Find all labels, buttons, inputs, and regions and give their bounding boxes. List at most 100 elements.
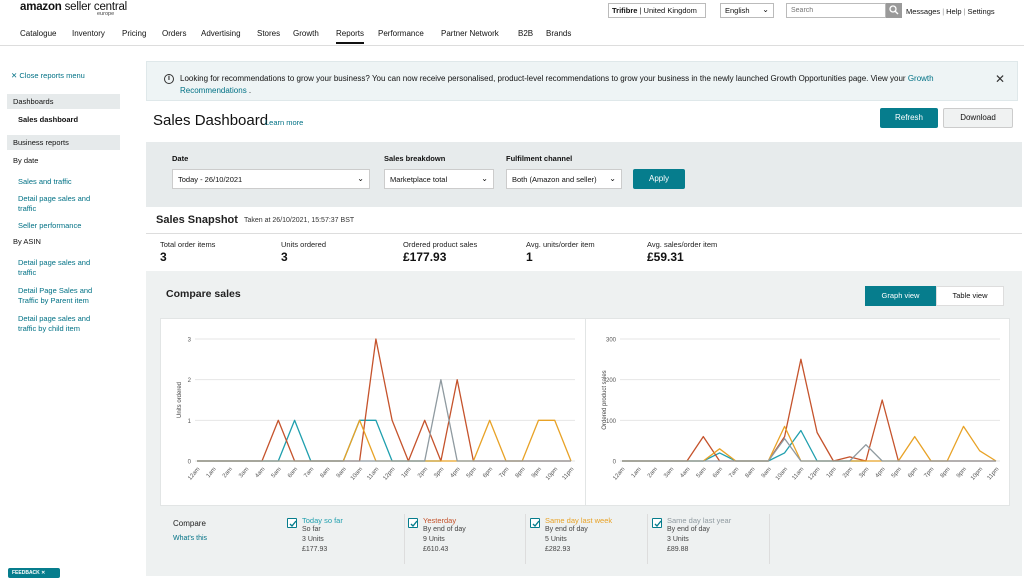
sales-chart-xtick-label: 4am (679, 466, 691, 479)
units-chart-xtick-label: 5pm (466, 466, 478, 479)
nav-growth[interactable]: Growth (293, 29, 319, 38)
units-chart-xtick-label: 11am (366, 466, 380, 481)
nav-pricing[interactable]: Pricing (122, 29, 146, 38)
legend-last-week-name: Same day last week (545, 516, 613, 525)
fulfilment-channel-select[interactable]: Both (Amazon and seller) ⌄ (506, 169, 622, 189)
sidebar-item-asin-parent-item[interactable]: Detail Page Sales and Traffic by Parent … (18, 286, 106, 306)
metric-value-units-ordered: 3 (281, 250, 288, 264)
legend-today-sales: £177.93 (302, 546, 328, 553)
nav-brands[interactable]: Brands (546, 29, 571, 38)
units-chart-xtick-label: 10am (350, 466, 364, 481)
compare-legend: Compare What's this Today so far So far … (146, 506, 1022, 576)
sales-chart-xtick-label: 11am (791, 466, 805, 481)
sales-chart-xtick-label: 2am (647, 466, 659, 479)
units-chart-xtick-label: 10pm (545, 466, 559, 481)
legend-yesterday-name: Yesterday (423, 516, 457, 525)
sales-chart-xtick-label: 9pm (956, 466, 968, 479)
sales-breakdown-label: Sales breakdown (384, 154, 446, 163)
sidebar-item-sales-and-traffic[interactable]: Sales and traffic (18, 177, 118, 187)
units-chart-xtick-label: 9pm (531, 466, 543, 479)
logo-sub-text: seller central (61, 1, 128, 13)
nav-inventory[interactable]: Inventory (72, 29, 105, 38)
units-chart-xtick-label: 4am (254, 466, 266, 479)
sales-snapshot-title: Sales Snapshot (156, 214, 238, 226)
close-menu-label: Close reports menu (19, 71, 85, 80)
sales-chart-xtick-label: 6am (712, 466, 724, 479)
sidebar-item-detail-page-sales[interactable]: Detail page sales and traffic (18, 194, 106, 214)
nav-partner-network[interactable]: Partner Network (441, 29, 499, 38)
metric-label-ordered-product-sales: Ordered product sales (403, 240, 478, 249)
chevron-down-icon: ⌄ (357, 174, 364, 183)
logo-region: europe (97, 11, 115, 17)
nav-stores[interactable]: Stores (257, 29, 280, 38)
date-filter-select[interactable]: Today - 26/10/2021 ⌄ (172, 169, 370, 189)
store-name: Trifibre (612, 6, 638, 15)
sales-snapshot-header: Sales Snapshot Taken at 26/10/2021, 15:5… (146, 208, 1022, 234)
sales-chart-xtick-label: 3am (663, 466, 675, 479)
sales-chart-xtick-label: 8pm (940, 466, 952, 479)
graph-view-button[interactable]: Graph view (865, 286, 936, 306)
nav-orders[interactable]: Orders (162, 29, 186, 38)
compare-sales-title: Compare sales (166, 288, 241, 300)
metric-label-units-ordered: Units ordered (281, 240, 327, 249)
close-icon: ✕ (41, 570, 46, 576)
units-chart-xtick-label: 9am (336, 466, 348, 479)
nav-performance[interactable]: Performance (378, 29, 424, 38)
settings-link[interactable]: Settings (968, 7, 995, 16)
units-chart-xtick-label: 2pm (417, 466, 429, 479)
units-chart-ytick-label: 1 (188, 419, 192, 425)
units-chart-ytick-label: 2 (188, 378, 192, 384)
info-icon: i (164, 74, 174, 84)
sales-chart-xtick-label: 12am (612, 466, 626, 481)
search-input[interactable] (786, 3, 886, 18)
units-chart-series-2-line (197, 338, 571, 462)
download-button[interactable]: Download (943, 108, 1013, 128)
sidebar-item-seller-performance[interactable]: Seller performance (18, 221, 118, 231)
legend-today-period: So far (302, 526, 321, 533)
sidebar-item-asin-child-item[interactable]: Detail page sales and traffic by child i… (18, 314, 106, 334)
language-selector[interactable]: English ⌄ (720, 3, 774, 18)
units-chart-xtick-label: 4pm (450, 466, 462, 479)
sidebar-item-sales-dashboard[interactable]: Sales dashboard (18, 115, 78, 125)
table-view-button[interactable]: Table view (936, 286, 1004, 306)
legend-last-year-period: By end of day (667, 526, 710, 533)
metric-label-avg-sales: Avg. sales/order item (647, 240, 718, 249)
learn-more-link[interactable]: Learn more (265, 118, 303, 127)
close-banner-icon[interactable]: ✕ (995, 72, 1005, 86)
units-chart-xtick-label: 12pm (382, 466, 396, 481)
units-chart-ytick-label: 3 (188, 338, 192, 344)
apply-button[interactable]: Apply (633, 169, 685, 189)
whats-this-link[interactable]: What's this (173, 535, 207, 542)
legend-last-year-units: 3 Units (667, 536, 689, 543)
units-chart-series-1-line (197, 419, 441, 462)
chevron-down-icon: ⌄ (762, 5, 769, 14)
ordered-product-sales-chart: 0100200300Ordered product sales12am 1am 2a… (602, 338, 1001, 482)
nav-reports[interactable]: Reports (336, 29, 365, 44)
legend-last-year-name: Same day last year (667, 516, 732, 525)
close-reports-menu[interactable]: ✕ Close reports menu (11, 71, 126, 81)
feedback-button[interactable]: FEEDBACK ✕ (8, 568, 60, 578)
sidebar-item-asin-detail-page[interactable]: Detail page sales and traffic (18, 258, 106, 278)
snapshot-timestamp: Taken at 26/10/2021, 15:57:37 BST (244, 217, 355, 224)
nav-advertising[interactable]: Advertising (201, 29, 241, 38)
legend-today-checkbox[interactable] (287, 518, 297, 528)
nav-catalogue[interactable]: Catalogue (20, 29, 56, 38)
messages-link[interactable]: Messages (906, 7, 940, 16)
sales-chart-series-3-line (622, 425, 997, 462)
legend-last-year-checkbox[interactable] (652, 518, 662, 528)
nav-b2b[interactable]: B2B (518, 29, 533, 38)
search-button[interactable] (886, 3, 902, 18)
refresh-button[interactable]: Refresh (880, 108, 938, 128)
store-selector[interactable]: Trifibre | United Kingdom (608, 3, 706, 18)
sales-breakdown-select[interactable]: Marketplace total ⌄ (384, 169, 494, 189)
metric-label-avg-units: Avg. units/order item (526, 240, 595, 249)
metric-label-total-order-items: Total order items (160, 240, 216, 249)
date-filter-label: Date (172, 154, 189, 163)
fulfilment-channel-value: Both (Amazon and seller) (512, 175, 597, 184)
legend-last-week-checkbox[interactable] (530, 518, 540, 528)
legend-yesterday-checkbox[interactable] (408, 518, 418, 528)
help-link[interactable]: Help (946, 7, 961, 16)
metric-value-avg-units: 1 (526, 250, 533, 264)
units-chart-xtick-label: 1am (206, 466, 218, 479)
units-chart-xtick-label: 8pm (515, 466, 527, 479)
